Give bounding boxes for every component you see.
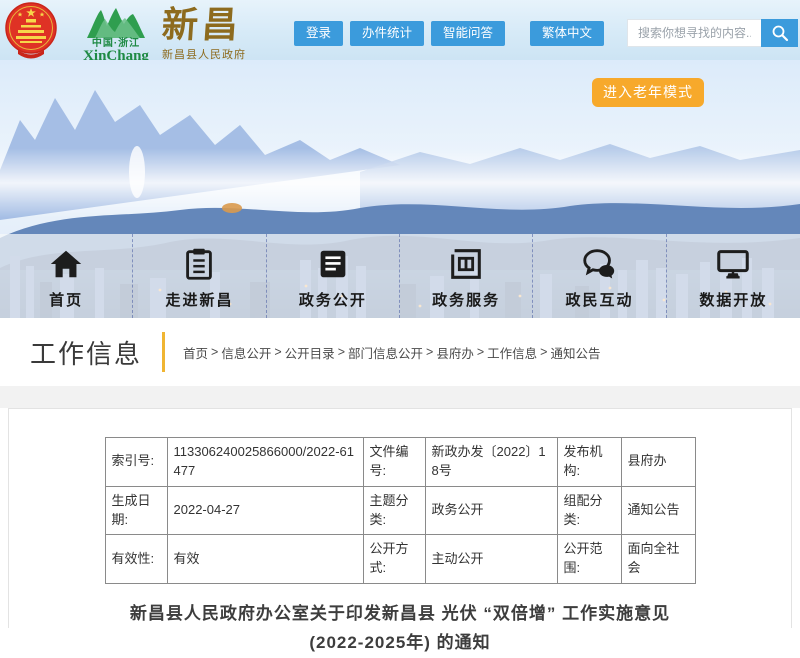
group-category-label: 组配分类: <box>557 486 621 535</box>
main-nav: 首页 走进新昌 政务公开 <box>0 234 800 318</box>
breadcrumb-county-office[interactable]: 县府办 <box>436 343 474 362</box>
publisher-value: 县府办 <box>621 438 695 487</box>
search-icon <box>771 24 789 42</box>
breadcrumb-dept-info[interactable]: 部门信息公开 <box>348 343 423 362</box>
created-date-value: 2022-04-27 <box>167 486 363 535</box>
search-box <box>627 19 798 47</box>
document-title: 新昌县人民政府办公室关于印发新昌县 光伏 “双倍增” 工作实施意见 (2022-… <box>80 600 720 658</box>
nav-item-gov-info[interactable]: 政务公开 <box>267 234 400 318</box>
chat-icon <box>580 245 618 283</box>
table-row: 索引号: 113306240025866000/2022-61477 文件编号:… <box>105 438 695 487</box>
doc-number-value: 新政办发〔2022〕18号 <box>425 438 557 487</box>
breadcrumb-work-info[interactable]: 工作信息 <box>487 343 537 362</box>
topic-category-value: 政务公开 <box>425 486 557 535</box>
breadcrumb-separator: > <box>540 345 547 359</box>
breadcrumb-catalog[interactable]: 公开目录 <box>285 343 335 362</box>
breadcrumb-separator: > <box>338 345 345 359</box>
document-title-line1: 新昌县人民政府办公室关于印发新昌县 光伏 “双倍增” 工作实施意见 <box>80 600 720 629</box>
disclosure-method-label: 公开方式: <box>363 535 425 584</box>
smart-qa-button[interactable]: 智能问答 <box>431 21 505 46</box>
clipboard-icon <box>180 245 218 283</box>
nav-item-open-data[interactable]: 数据开放 <box>667 234 800 318</box>
validity-label: 有效性: <box>105 535 167 584</box>
article-container: 索引号: 113306240025866000/2022-61477 文件编号:… <box>8 408 792 628</box>
hero-banner: 进入老年模式 首页 走进新昌 政务公 <box>0 60 800 318</box>
publisher-label: 发布机构: <box>557 438 621 487</box>
nav-item-gov-services[interactable]: 政务服务 <box>400 234 533 318</box>
home-icon <box>47 245 85 283</box>
document-title-line2: (2022-2025年) 的通知 <box>80 629 720 658</box>
site-header: 中国·浙江 XinChang 新昌 新昌县人民政府 登录 办件统计 智能问答 繁… <box>0 0 800 60</box>
national-emblem-icon <box>4 2 58 59</box>
breadcrumb-separator: > <box>426 345 433 359</box>
case-stats-button[interactable]: 办件统计 <box>350 21 424 46</box>
table-row: 生成日期: 2022-04-27 主题分类: 政务公开 组配分类: 通知公告 <box>105 486 695 535</box>
group-category-value: 通知公告 <box>621 486 695 535</box>
document-icon <box>314 245 352 283</box>
search-button[interactable] <box>761 19 798 47</box>
monitor-icon <box>714 245 752 283</box>
table-row: 有效性: 有效 公开方式: 主动公开 公开范围: 面向全社会 <box>105 535 695 584</box>
search-input[interactable] <box>627 19 761 47</box>
title-divider <box>162 332 165 372</box>
breadcrumb-separator: > <box>211 345 218 359</box>
doc-number-label: 文件编号: <box>363 438 425 487</box>
site-logo: 中国·浙江 XinChang 新昌 新昌县人民政府 <box>4 2 246 64</box>
services-frame-icon <box>447 245 485 283</box>
mountain-logo-icon <box>85 6 147 38</box>
disclosure-scope-label: 公开范围: <box>557 535 621 584</box>
disclosure-scope-value: 面向全社会 <box>621 535 695 584</box>
validity-value: 有效 <box>167 535 363 584</box>
breadcrumb-info-disclosure[interactable]: 信息公开 <box>221 343 271 362</box>
breadcrumb-separator: > <box>274 345 281 359</box>
page-title-band: 工作信息 首页 > 信息公开 > 公开目录 > 部门信息公开 > 县府办 > 工… <box>0 318 800 386</box>
page-title: 工作信息 <box>30 334 142 371</box>
index-number-value: 113306240025866000/2022-61477 <box>167 438 363 487</box>
site-calligraphy: 新昌 <box>161 5 248 45</box>
nav-item-about[interactable]: 走进新昌 <box>133 234 266 318</box>
traditional-chinese-button[interactable]: 繁体中文 <box>530 21 604 46</box>
index-number-label: 索引号: <box>105 438 167 487</box>
elder-mode-button[interactable]: 进入老年模式 <box>592 78 704 107</box>
nav-item-home[interactable]: 首页 <box>0 234 133 318</box>
section-gap <box>0 386 800 408</box>
document-meta-table: 索引号: 113306240025866000/2022-61477 文件编号:… <box>105 437 696 584</box>
breadcrumb-separator: > <box>477 345 484 359</box>
nav-item-interaction[interactable]: 政民互动 <box>533 234 666 318</box>
breadcrumb-home[interactable]: 首页 <box>183 343 208 362</box>
breadcrumb: 首页 > 信息公开 > 公开目录 > 部门信息公开 > 县府办 > 工作信息 >… <box>183 343 600 362</box>
login-button[interactable]: 登录 <box>294 21 343 46</box>
breadcrumb-notices[interactable]: 通知公告 <box>550 343 600 362</box>
header-actions: 登录 办件统计 智能问答 繁体中文 <box>294 19 798 47</box>
disclosure-method-value: 主动公开 <box>425 535 557 584</box>
created-date-label: 生成日期: <box>105 486 167 535</box>
topic-category-label: 主题分类: <box>363 486 425 535</box>
